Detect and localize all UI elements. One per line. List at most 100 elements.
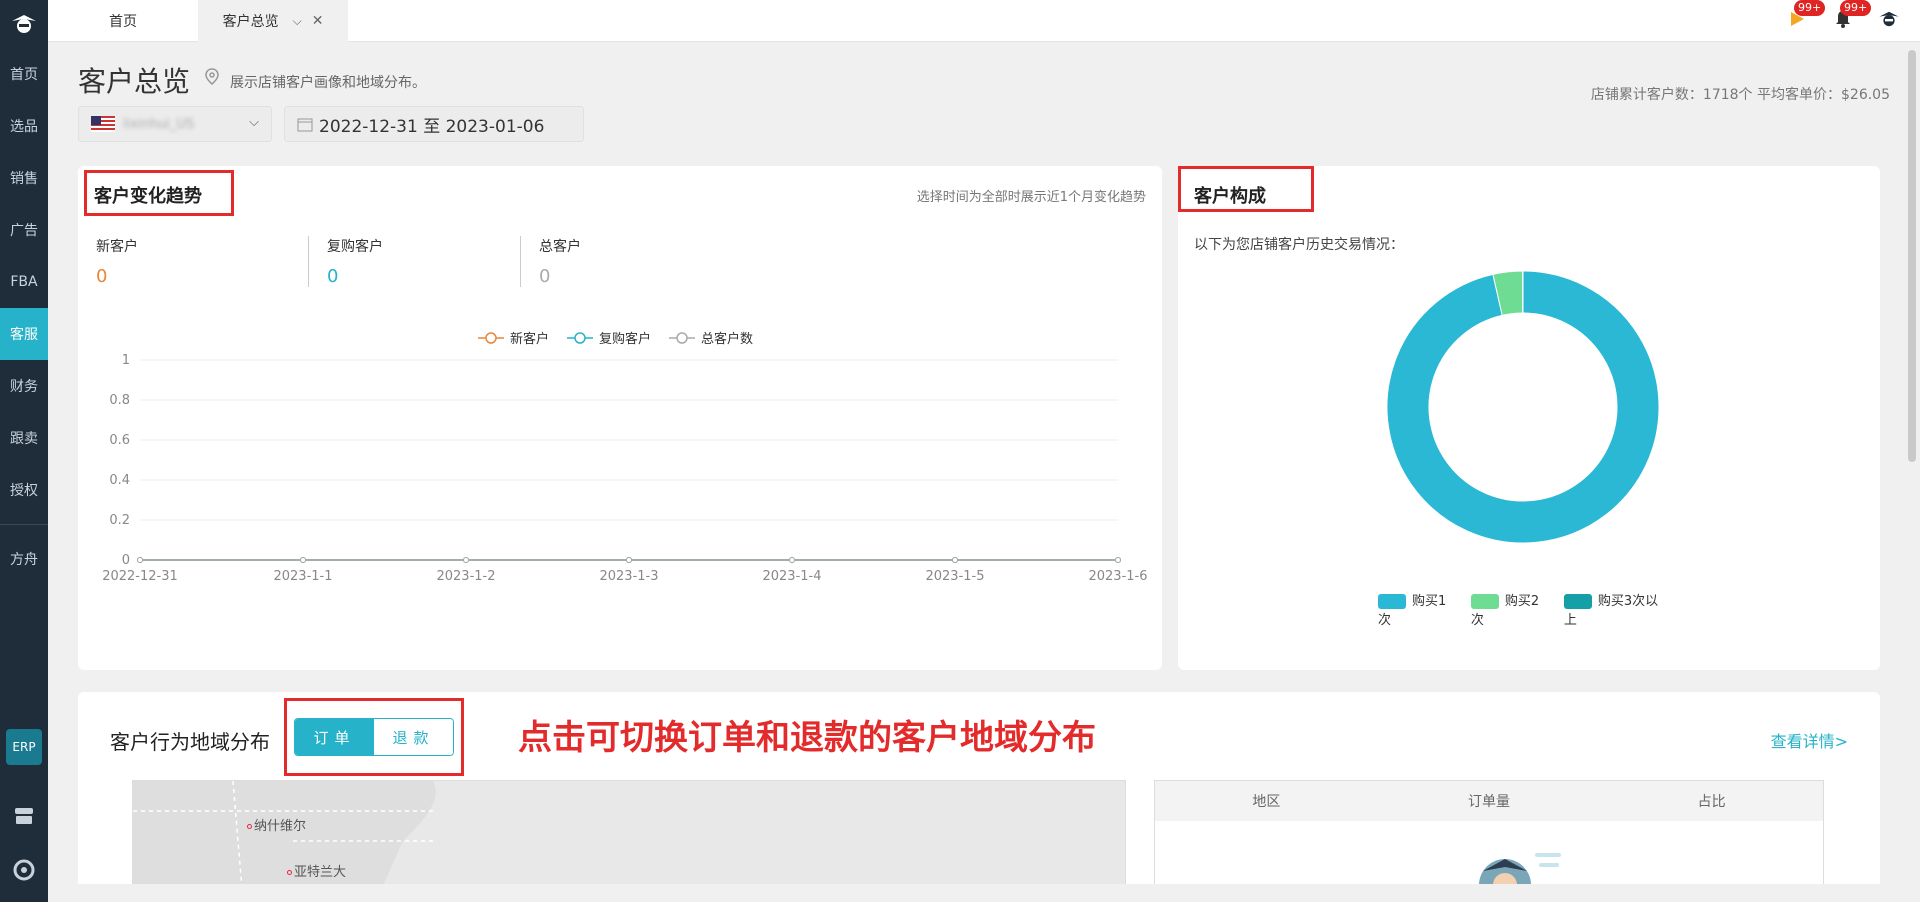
sidebar-divider [0,524,48,525]
donut-legend-item-2[interactable]: 购买3次以上 [1563,590,1668,628]
geo-distribution-card: 客户行为地域分布 订单 退款 点击可切换订单和退款的客户地域分布 查看详情> 纳… [78,692,1880,902]
chevron-down-icon: ⌵ [249,115,259,130]
vertical-scrollbar[interactable] [1904,42,1920,902]
bell-badge: 99+ [1840,0,1872,16]
composition-card-title: 客户构成 [1194,186,1266,207]
date-range-value: 2022-12-31 至 2023-01-06 [319,116,545,137]
legend-label: 总客户数 [701,332,754,347]
donut-legend-item-0[interactable]: 购买1次 [1378,590,1457,628]
legend-marker-icon [478,331,504,344]
x-tick-label: 2023-1-5 [925,569,984,584]
sidebar-item-4[interactable]: FBA [0,256,48,308]
main-content: 客户总览 展示店铺客户画像和地域分布。 店铺累计客户数：1718个 平均客单价：… [48,42,1904,902]
th-region: 地区 [1252,794,1281,810]
data-point[interactable] [952,557,958,563]
customer-trend-card: 客户变化趋势 选择时间为全部时展示近1个月变化趋势 新客户 0 复购客户 0 总… [78,166,1162,670]
x-tick-label: 2023-1-2 [436,569,495,584]
tab-home[interactable]: 首页 [48,0,198,42]
composition-donut-chart [1386,270,1660,544]
bell-notification[interactable]: 99+ [1830,0,1872,32]
view-details-link[interactable]: 查看详情> [1771,728,1848,752]
tab-customer-overview[interactable]: 客户总览 ⌵ ✕ [198,0,348,42]
data-point[interactable] [626,557,632,563]
legend-swatch [1470,594,1499,609]
table-header: 地区 订单量 占比 [1155,781,1823,821]
toggle-refunds[interactable]: 退款 [374,719,453,755]
store-name: lixinhui_US [123,116,195,132]
orders-refunds-toggle[interactable]: 订单 退款 [294,718,454,756]
map-city-atlanta[interactable]: 亚特兰大 [287,861,346,880]
legend-item-0[interactable]: 新客户 [478,328,549,347]
metric-label: 复购客户 [327,239,383,255]
y-tick-label: 0 [122,553,130,568]
app-logo[interactable] [0,0,48,48]
calendar-icon [297,118,313,132]
metric-value: 0 [539,266,551,287]
x-tick-label: 2023-1-3 [599,569,658,584]
sidebar-item-6[interactable]: 财务 [0,360,48,412]
data-point[interactable] [137,557,143,563]
x-tick-label: 2023-1-6 [1088,569,1147,584]
location-pin-icon [205,68,219,85]
sidebar-item-8[interactable]: 授权 [0,464,48,516]
erp-button[interactable]: ERP [6,729,42,765]
y-tick-label: 0.4 [109,473,130,488]
sidebar-item-1[interactable]: 选品 [0,100,48,152]
data-point[interactable] [789,557,795,563]
legend-item-1[interactable]: 复购客户 [567,328,651,347]
close-icon[interactable]: ✕ [312,13,324,29]
geo-map[interactable]: 纳什维尔 亚特兰大 [132,780,1126,900]
horizontal-scrollbar[interactable] [48,884,1904,902]
metric-new-customers: 新客户 0 [96,236,308,287]
pirate-logo-icon [12,15,36,33]
date-range-picker[interactable]: 2022-12-31 至 2023-01-06 [284,106,584,142]
metric-value: 0 [327,266,339,287]
data-point[interactable] [1115,557,1121,563]
chevron-down-icon[interactable]: ⌵ [293,14,302,29]
legend-marker-icon [567,331,594,344]
th-share: 占比 [1697,794,1726,810]
store-select[interactable]: lixinhui_US ⌵ [78,106,272,142]
data-point[interactable] [463,557,469,563]
store-stats: 店铺累计客户数：1718个 平均客单价：$26.05 [1590,87,1890,103]
legend-swatch [1378,594,1406,609]
metric-value: 0 [96,266,108,287]
sidebar-item-7[interactable]: 跟卖 [0,412,48,464]
sidebar-item-5[interactable]: 客服 [0,308,48,360]
donut-legend-item-1[interactable]: 购买2次 [1470,590,1550,628]
legend-marker-icon [669,331,696,344]
geo-card-title: 客户行为地域分布 [110,730,270,754]
legend-label: 复购客户 [599,332,652,347]
support-icon[interactable] [0,850,48,890]
metric-label: 总客户 [539,239,581,255]
trend-line-chart: 0 0.2 0.4 0.6 0.8 1 2022-12-31 2023-1-1 2023-1-2… [102,353,1147,584]
avatar-icon [1879,11,1899,27]
user-avatar[interactable] [1876,6,1902,32]
metric-total-customers: 总客户 0 [520,236,732,287]
composition-description: 以下为您店铺客户历史交易情况： [1194,237,1404,253]
customer-composition-card: 客户构成 以下为您店铺客户历史交易情况： 购买1次 购买2次 购买3次以上 [1178,166,1880,670]
page-description: 展示店铺客户画像和地域分布。 [230,75,426,91]
map-city-nashville[interactable]: 纳什维尔 [247,815,306,834]
sidebar-item-3[interactable]: 广告 [0,204,48,256]
x-tick-label: 2023-1-1 [273,569,332,584]
flag-badge: 99+ [1794,0,1826,16]
y-tick-label: 0.8 [109,393,130,408]
data-point[interactable] [300,557,306,563]
trend-card-title: 客户变化趋势 [94,186,202,207]
tab-home-label: 首页 [109,14,137,30]
metric-label: 新客户 [96,239,138,255]
sidebar-item-9[interactable]: 方舟 [0,533,48,585]
toggle-orders[interactable]: 订单 [295,719,374,755]
scroll-thumb[interactable] [1908,50,1916,462]
store-icon[interactable] [0,796,48,836]
trend-legend: 新客户 复购客户 总客户数 [478,328,753,347]
legend-swatch [1563,594,1592,609]
legend-item-2[interactable]: 总客户数 [669,328,753,347]
sidebar-item-0[interactable]: 首页 [0,48,48,100]
x-tick-label: 2023-1-4 [762,569,821,584]
y-tick-label: 0.6 [109,433,130,448]
sidebar-item-2[interactable]: 销售 [0,152,48,204]
flag-notification[interactable]: 99+ [1784,0,1826,32]
sidebar: 首页 选品 销售 广告 FBA 客服 财务 跟卖 授权方舟 ERP [0,0,48,902]
